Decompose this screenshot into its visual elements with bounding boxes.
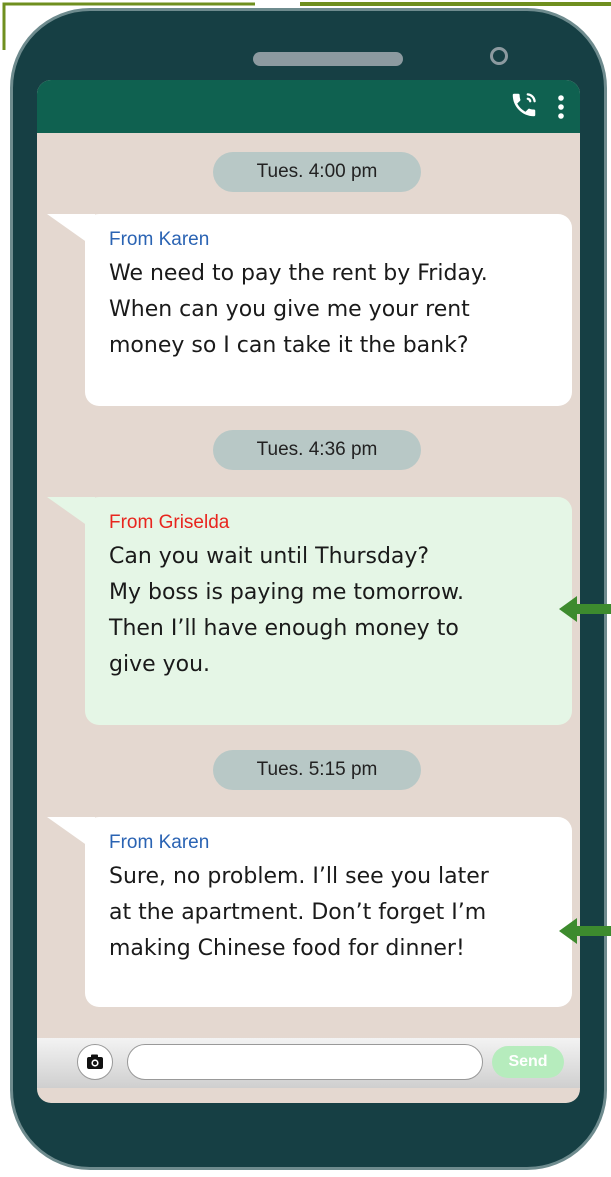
message-text-line: Can you wait until Thursday?	[109, 544, 430, 569]
chat-header	[37, 80, 580, 133]
timestamp-pill: Tues. 4:00 pm	[213, 152, 421, 192]
camera-button[interactable]	[77, 1044, 113, 1080]
message-text-line: making Chinese food for dinner!	[109, 936, 465, 961]
bubble-tail	[47, 817, 95, 851]
timestamp-pill: Tues. 4:36 pm	[213, 430, 421, 470]
message-bubble-karen: From Karen Sure, no problem. I’ll see yo…	[47, 817, 572, 1007]
bubble-tail	[47, 497, 95, 531]
message-bubble-griselda: From Griselda Can you wait until Thursda…	[47, 497, 572, 725]
sender-name: From Karen	[109, 229, 210, 250]
chat-screen: Tues. 4:00 pm From Karen We need to pay …	[37, 80, 580, 1103]
front-camera-icon	[490, 47, 508, 65]
camera-icon	[87, 1054, 103, 1069]
message-text-line: money so I can take it the bank?	[109, 333, 469, 358]
sender-name: From Griselda	[109, 512, 230, 533]
message-text-line: Sure, no problem. I’ll see you later	[109, 864, 489, 889]
phone-call-icon[interactable]	[509, 90, 539, 120]
message-input[interactable]	[127, 1044, 483, 1080]
message-text-line: My boss is paying me tomorrow.	[109, 580, 464, 605]
timestamp-pill: Tues. 5:15 pm	[213, 750, 421, 790]
message-bubble-karen: From Karen We need to pay the rent by Fr…	[47, 214, 572, 406]
more-vert-icon[interactable]	[556, 92, 566, 122]
bubble-tail	[47, 214, 95, 248]
send-button[interactable]: Send	[492, 1046, 564, 1078]
phone-speaker	[253, 52, 403, 66]
annotation-arrow-icon	[559, 596, 611, 622]
message-composer: Send	[37, 1038, 580, 1088]
message-text-line: give you.	[109, 652, 211, 677]
message-text-line: When can you give me your rent	[109, 297, 470, 322]
message-text-line: We need to pay the rent by Friday.	[109, 261, 488, 286]
message-text-line: Then I’ll have enough money to	[109, 616, 459, 641]
sender-name: From Karen	[109, 832, 210, 853]
annotation-arrow-icon	[559, 918, 611, 944]
message-text-line: at the apartment. Don’t forget I’m	[109, 900, 487, 925]
